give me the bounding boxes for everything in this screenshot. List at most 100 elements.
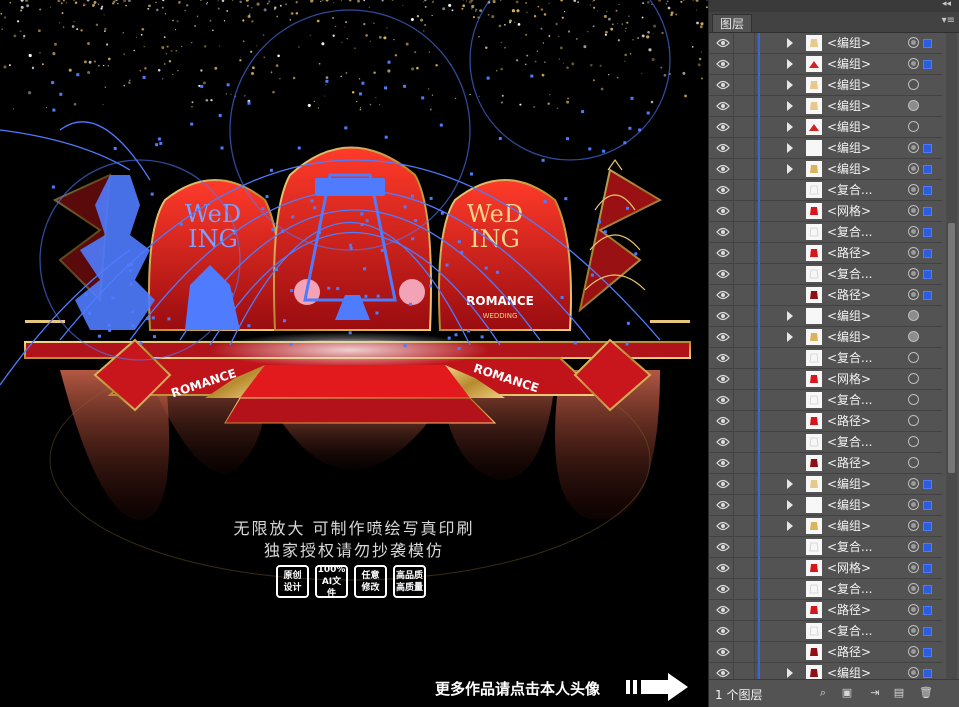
lock-toggle[interactable] (734, 138, 755, 158)
lock-toggle[interactable] (734, 264, 755, 284)
layer-row[interactable]: <网格> (709, 369, 942, 390)
panel-menu-icon[interactable]: ▾≡ (942, 15, 955, 26)
layer-row[interactable]: <复合... (709, 348, 942, 369)
visibility-eye-icon[interactable] (713, 33, 734, 53)
visibility-eye-icon[interactable] (713, 390, 734, 410)
lock-toggle[interactable] (734, 285, 755, 305)
layer-name[interactable]: <复合... (827, 623, 873, 639)
lock-toggle[interactable] (734, 537, 755, 557)
lock-toggle[interactable] (734, 390, 755, 410)
layers-scrollbar[interactable] (946, 33, 957, 680)
layer-row[interactable]: <编组> (709, 159, 942, 180)
expand-triangle-icon[interactable] (787, 311, 793, 321)
selection-square-icon[interactable] (923, 291, 932, 300)
layer-row[interactable]: <复合... (709, 390, 942, 411)
visibility-eye-icon[interactable] (713, 348, 734, 368)
expand-triangle-icon[interactable] (787, 80, 793, 90)
lock-toggle[interactable] (734, 117, 755, 137)
target-circle-icon[interactable] (908, 58, 919, 69)
layer-name[interactable]: <编组> (827, 98, 871, 114)
visibility-eye-icon[interactable] (713, 642, 734, 662)
layer-name[interactable]: <网格> (827, 560, 871, 576)
layer-name[interactable]: <复合... (827, 539, 873, 555)
target-circle-icon[interactable] (908, 583, 919, 594)
selection-square-icon[interactable] (923, 564, 932, 573)
target-circle-icon[interactable] (908, 436, 919, 447)
layer-name[interactable]: <复合... (827, 434, 873, 450)
layer-row[interactable]: <编组> (709, 327, 942, 348)
layer-name[interactable]: <网格> (827, 371, 871, 387)
lock-toggle[interactable] (734, 600, 755, 620)
new-layer-icon[interactable]: ▤ (893, 687, 905, 699)
target-circle-icon[interactable] (908, 163, 919, 174)
lock-toggle[interactable] (734, 201, 755, 221)
layer-row[interactable]: <网格> (709, 558, 942, 579)
layer-row[interactable]: <路径> (709, 453, 942, 474)
new-sublayer-icon[interactable]: ⇥ (869, 687, 881, 699)
layer-row[interactable]: <编组> (709, 495, 942, 516)
visibility-eye-icon[interactable] (713, 432, 734, 452)
expand-triangle-icon[interactable] (787, 38, 793, 48)
target-circle-icon[interactable] (908, 415, 919, 426)
target-circle-icon[interactable] (908, 373, 919, 384)
layer-row[interactable]: <复合... (709, 264, 942, 285)
visibility-eye-icon[interactable] (713, 201, 734, 221)
layer-name[interactable]: <路径> (827, 245, 871, 261)
selection-square-icon[interactable] (923, 249, 932, 258)
lock-toggle[interactable] (734, 96, 755, 116)
layer-name[interactable]: <复合... (827, 392, 873, 408)
lock-toggle[interactable] (734, 495, 755, 515)
selection-square-icon[interactable] (923, 522, 932, 531)
selection-square-icon[interactable] (923, 669, 932, 678)
lock-toggle[interactable] (734, 516, 755, 536)
layer-name[interactable]: <编组> (827, 35, 871, 51)
lock-toggle[interactable] (734, 54, 755, 74)
lock-toggle[interactable] (734, 180, 755, 200)
layer-name[interactable]: <路径> (827, 602, 871, 618)
visibility-eye-icon[interactable] (713, 306, 734, 326)
layer-row[interactable]: <编组> (709, 138, 942, 159)
expand-triangle-icon[interactable] (787, 332, 793, 342)
target-circle-icon[interactable] (908, 142, 919, 153)
visibility-eye-icon[interactable] (713, 243, 734, 263)
layer-name[interactable]: <编组> (827, 140, 871, 156)
target-circle-icon[interactable] (908, 289, 919, 300)
layer-row[interactable]: <编组> (709, 516, 942, 537)
target-circle-icon[interactable] (908, 37, 919, 48)
layer-name[interactable]: <复合... (827, 224, 873, 240)
layer-name[interactable]: <路径> (827, 413, 871, 429)
collapse-icon[interactable]: ◂◂ (942, 0, 951, 9)
scrollbar-thumb[interactable] (948, 223, 955, 473)
layer-row[interactable]: <复合... (709, 432, 942, 453)
layer-row[interactable]: <复合... (709, 621, 942, 642)
layer-row[interactable]: <复合... (709, 537, 942, 558)
target-circle-icon[interactable] (908, 478, 919, 489)
layer-name[interactable]: <编组> (827, 497, 871, 513)
layer-name[interactable]: <编组> (827, 476, 871, 492)
selection-square-icon[interactable] (923, 165, 932, 174)
lock-toggle[interactable] (734, 327, 755, 347)
lock-toggle[interactable] (734, 558, 755, 578)
lock-toggle[interactable] (734, 33, 755, 53)
visibility-eye-icon[interactable] (713, 537, 734, 557)
expand-triangle-icon[interactable] (787, 122, 793, 132)
tab-layers[interactable]: 图层 (712, 14, 752, 32)
layer-name[interactable]: <复合... (827, 581, 873, 597)
visibility-eye-icon[interactable] (713, 75, 734, 95)
expand-triangle-icon[interactable] (787, 143, 793, 153)
layer-row[interactable]: <编组> (709, 117, 942, 138)
visibility-eye-icon[interactable] (713, 159, 734, 179)
target-circle-icon[interactable] (908, 520, 919, 531)
layer-row[interactable]: <编组> (709, 33, 942, 54)
visibility-eye-icon[interactable] (713, 411, 734, 431)
layer-row[interactable]: <编组> (709, 96, 942, 117)
lock-toggle[interactable] (734, 75, 755, 95)
target-circle-icon[interactable] (908, 499, 919, 510)
selection-square-icon[interactable] (923, 186, 932, 195)
visibility-eye-icon[interactable] (713, 138, 734, 158)
target-circle-icon[interactable] (908, 184, 919, 195)
lock-toggle[interactable] (734, 663, 755, 680)
target-circle-icon[interactable] (908, 121, 919, 132)
layers-list[interactable]: <编组> <编组> <编组> <编组> <编组> <编组> <编组> <复合... <网格> <复… (709, 33, 942, 680)
selection-square-icon[interactable] (923, 39, 932, 48)
